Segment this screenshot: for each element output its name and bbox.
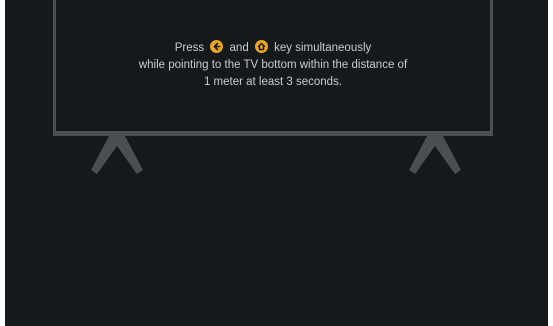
instruction-key-text: key simultaneously	[274, 42, 372, 54]
instruction-press-text: Press	[174, 42, 205, 54]
home-icon	[254, 40, 268, 53]
back-arrow-icon	[210, 40, 224, 53]
instruction-line-2: while pointing to the TV bottom within t…	[138, 59, 408, 71]
pairing-instruction-screen: Press and key simultaneously while point…	[5, 0, 548, 326]
tv-stand-left	[91, 136, 143, 174]
instruction-line-1: Press and key simultaneously	[53, 40, 493, 57]
tv-stand-right	[409, 136, 461, 174]
instruction-and-text: and	[229, 42, 249, 54]
pairing-instructions: Press and key simultaneously while point…	[53, 40, 493, 91]
instruction-line-3: 1 meter at least 3 seconds.	[203, 76, 343, 88]
